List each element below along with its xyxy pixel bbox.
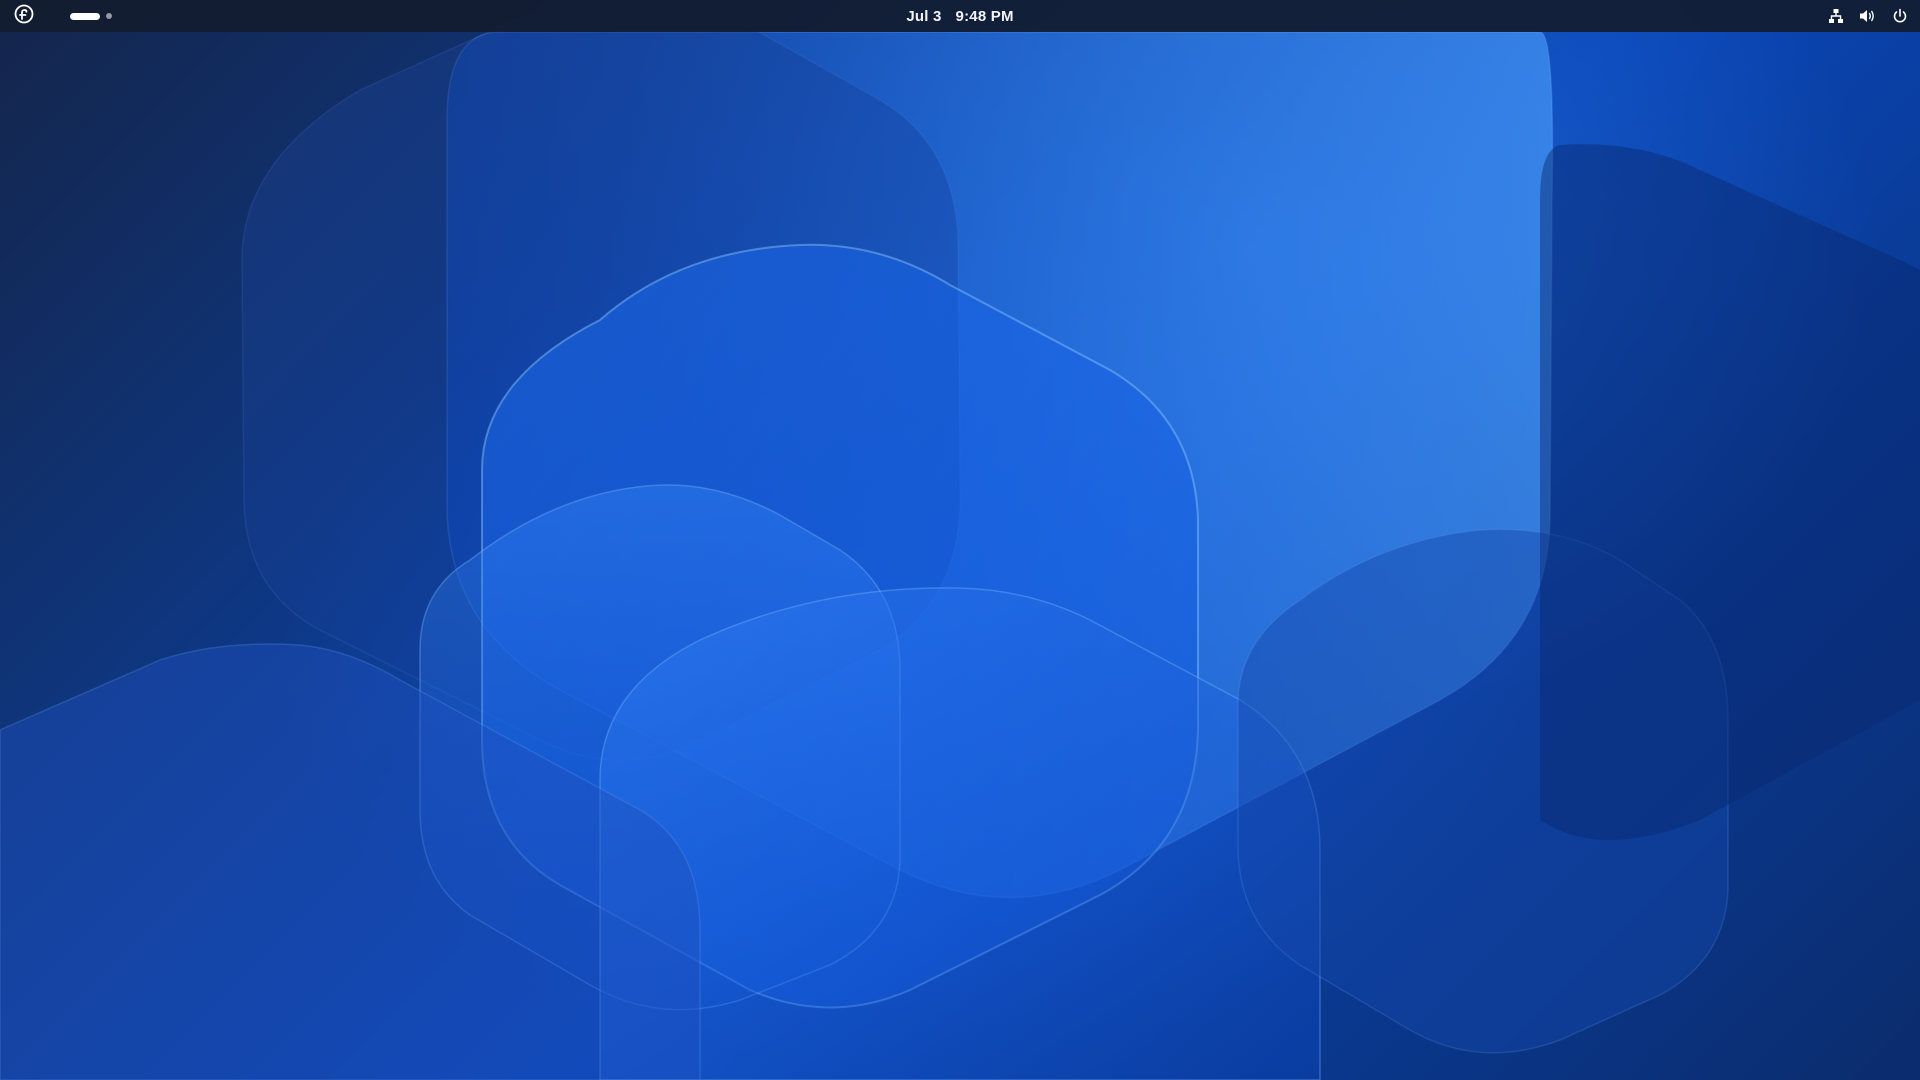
activities-button[interactable] bbox=[8, 0, 40, 32]
desktop bbox=[0, 0, 1920, 1080]
workspace-indicator[interactable] bbox=[58, 0, 124, 32]
top-bar-left bbox=[8, 0, 124, 32]
workspace-dot[interactable] bbox=[106, 13, 112, 19]
fedora-logo-icon bbox=[14, 4, 34, 29]
wallpaper bbox=[0, 0, 1920, 1080]
power-icon bbox=[1890, 6, 1910, 26]
workspace-active-pill[interactable] bbox=[70, 12, 100, 20]
wallpaper-shape bbox=[1540, 144, 1920, 841]
network-wired-icon bbox=[1826, 6, 1846, 26]
clock-time: 9:48 PM bbox=[955, 7, 1014, 25]
date-time-button[interactable]: Jul 3 9:48 PM bbox=[894, 0, 1025, 32]
system-menu-button[interactable] bbox=[1822, 0, 1914, 32]
top-bar: Jul 3 9:48 PM bbox=[0, 0, 1920, 32]
clock-date: Jul 3 bbox=[906, 7, 942, 25]
volume-icon bbox=[1858, 6, 1878, 26]
